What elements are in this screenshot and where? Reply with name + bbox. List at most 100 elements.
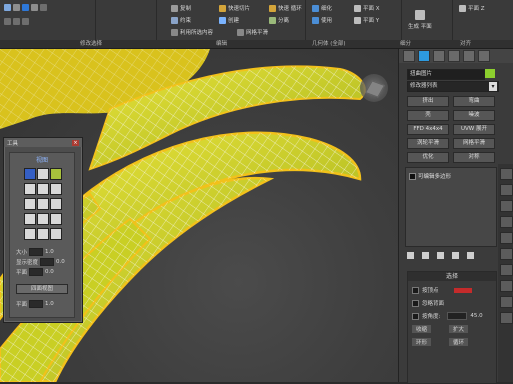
quickloop-button[interactable]: 快速 循环 [269, 4, 302, 12]
plane-z-button[interactable]: 平面 Z [459, 4, 485, 12]
detach-button[interactable]: 分离 [269, 16, 289, 24]
density-spinner[interactable] [40, 258, 55, 266]
plane-value: 1.0 [45, 301, 54, 307]
copy-button[interactable]: 复制 [171, 4, 191, 12]
plane-y-button[interactable]: 平面 Y [354, 16, 379, 24]
brush-tool-icon[interactable] [50, 228, 62, 240]
ribbon-group-labels: 修改选择 编辑 几何体 (全部) 细分 对齐 [0, 40, 513, 49]
create-tab-icon[interactable] [403, 50, 415, 62]
polygon-icon[interactable] [31, 4, 38, 11]
ignore-backface-checkbox[interactable] [412, 299, 419, 307]
modifier-stack[interactable]: 可编辑多边形 [405, 167, 497, 247]
modifier-button-meshsmooth[interactable]: 网格平滑 [453, 138, 495, 149]
tools-titlebar[interactable]: 工具 × [4, 138, 82, 147]
flatten-tool-icon[interactable] [50, 183, 62, 195]
modifier-list-dropdown[interactable]: 修改器列表 ▾ [407, 81, 499, 92]
selection-rollout-title[interactable]: 选择 [408, 272, 496, 281]
mirror-tool-icon[interactable] [37, 228, 49, 240]
pinch-tool-icon[interactable] [24, 183, 36, 195]
edge-tool-3-icon[interactable] [500, 200, 513, 212]
tessellate-icon [312, 4, 319, 12]
edge-tool-7-icon[interactable] [500, 264, 513, 276]
modifier-button-turbosmooth[interactable]: 涡轮平滑 [407, 138, 449, 149]
element-icon[interactable] [40, 4, 47, 11]
modify-tab-icon[interactable] [418, 50, 430, 62]
vertex-icon[interactable] [4, 4, 11, 11]
modifier-button-symmetry[interactable]: 对称 [453, 152, 495, 163]
show-end-result-icon[interactable] [422, 252, 429, 259]
edge-icon[interactable] [13, 4, 20, 11]
configure-sets-icon[interactable] [467, 252, 474, 259]
border-icon[interactable] [22, 4, 29, 11]
display-tab-icon[interactable] [463, 50, 475, 62]
edge-tool-8-icon[interactable] [500, 280, 513, 292]
smooth-tool-icon[interactable] [37, 198, 49, 210]
size-row: 大小 1.0 [16, 248, 74, 256]
modifier-button-noise[interactable]: 噪波 [453, 110, 495, 121]
shrink-icon[interactable] [13, 18, 20, 25]
contour-tool-icon[interactable] [24, 213, 36, 225]
ribbon-group-subdivide: 生成 平面 [402, 0, 453, 40]
select-tool-icon[interactable] [24, 168, 36, 180]
ring-icon[interactable] [22, 18, 29, 25]
stack-item[interactable]: 可编辑多边形 [409, 172, 493, 180]
size-spinner[interactable] [29, 248, 44, 256]
motion-tab-icon[interactable] [448, 50, 460, 62]
remove-modifier-icon[interactable] [452, 252, 459, 259]
constraint-button[interactable]: 约束 [171, 16, 191, 24]
plane-spinner[interactable] [29, 300, 44, 308]
shift-tool-icon[interactable] [37, 213, 49, 225]
by-angle-checkbox[interactable] [412, 312, 419, 320]
edge-tool-5-icon[interactable] [500, 232, 513, 244]
perspective-viewport[interactable]: 工具 × 视图 大小 1.0 显示密度 0.0 平面 0.0 四面视图 平面 1… [0, 49, 398, 382]
smooth-button[interactable]: 网格平滑 [237, 28, 268, 36]
reset-view-button[interactable]: 四面视图 [16, 284, 68, 294]
edge-tool-2-icon[interactable] [500, 184, 513, 196]
inflate-tool-icon[interactable] [50, 198, 62, 210]
modifier-button-uvw[interactable]: UVW 展开 [453, 124, 495, 135]
edge-tool-4-icon[interactable] [500, 216, 513, 228]
create-button[interactable]: 创建 [219, 16, 239, 24]
quickslice-button[interactable]: 快速切片 [219, 4, 250, 12]
viewcube-cube-icon[interactable] [364, 80, 386, 98]
loop-button[interactable]: 循环 [449, 338, 469, 346]
object-color-swatch[interactable] [485, 69, 495, 78]
hierarchy-tab-icon[interactable] [433, 50, 445, 62]
modifier-button-bend[interactable]: 弯曲 [453, 96, 495, 107]
viewcube[interactable] [360, 74, 388, 102]
edge-tool-9-icon[interactable] [500, 296, 513, 308]
make-unique-icon[interactable] [437, 252, 444, 259]
modifier-button-extrude[interactable]: 挤出 [407, 96, 449, 107]
noise-tool-icon[interactable] [24, 198, 36, 210]
edge-tool-10-icon[interactable] [500, 312, 513, 324]
shrink-button[interactable]: 收缩 [412, 325, 432, 333]
edge-tool-6-icon[interactable] [500, 248, 513, 260]
modifier-button-ffd[interactable]: FFD 4x4x4 [407, 124, 449, 135]
modifier-button-optimize[interactable]: 优化 [407, 152, 449, 163]
plane-x-button[interactable]: 平面 X [354, 4, 380, 12]
shape-button[interactable]: 利用所选内容 [171, 28, 213, 36]
revert-tool-icon[interactable] [24, 228, 36, 240]
grow-button[interactable]: 扩大 [449, 325, 469, 333]
chevron-down-icon[interactable]: ▾ [489, 82, 497, 91]
utilities-tab-icon[interactable] [478, 50, 490, 62]
stack-item-checkbox[interactable] [409, 172, 416, 180]
angle-spinner[interactable] [447, 312, 468, 320]
modifier-button-shell[interactable]: 壳 [407, 110, 449, 121]
selection-color-swatch[interactable] [453, 287, 472, 293]
ring-button[interactable]: 环形 [412, 338, 432, 346]
grow-icon[interactable] [4, 18, 11, 25]
flat-spinner[interactable] [29, 268, 44, 276]
by-vertex-checkbox[interactable] [412, 286, 419, 294]
object-name-field[interactable]: 扭曲图片 [407, 69, 485, 80]
tessellate-button[interactable]: 细化 [312, 4, 332, 12]
pin-stack-icon[interactable] [407, 252, 414, 259]
edge-tool-1-icon[interactable] [500, 168, 513, 180]
close-icon[interactable]: × [72, 139, 79, 146]
relax-tool-icon[interactable] [37, 183, 49, 195]
use-button[interactable]: 使用 [312, 16, 332, 24]
planar-button[interactable]: 生成 平面 [408, 10, 432, 30]
paint-tool-icon[interactable] [50, 168, 62, 180]
move-tool-icon[interactable] [37, 168, 49, 180]
push-tool-icon[interactable] [50, 213, 62, 225]
